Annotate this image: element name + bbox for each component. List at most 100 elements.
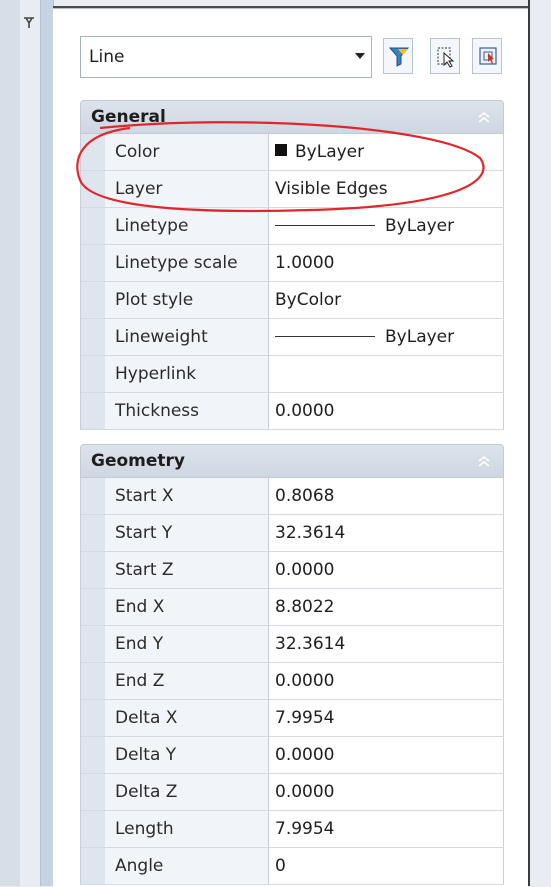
select-objects-icon	[479, 47, 497, 65]
property-row-layer[interactable]: Layer Visible Edges	[81, 171, 504, 208]
section-title: General	[91, 107, 166, 127]
quick-select-button[interactable]	[430, 38, 460, 74]
property-value-delta-z[interactable]: 0.0000	[269, 774, 504, 810]
row-gutter	[81, 478, 105, 514]
row-gutter	[81, 393, 105, 429]
property-row-plot-style[interactable]: Plot style ByColor	[81, 282, 504, 319]
property-value-hyperlink[interactable]	[269, 356, 504, 392]
property-name: Length	[105, 811, 269, 847]
property-value-text: 0.0000	[275, 671, 335, 691]
property-value-linetype-scale[interactable]: 1.0000	[269, 245, 504, 281]
property-value-text: 7.9954	[275, 819, 335, 839]
linetype-preview-icon	[275, 224, 375, 226]
property-value-end-x[interactable]: 8.8022	[269, 589, 504, 625]
row-gutter	[81, 589, 105, 625]
row-gutter	[81, 208, 105, 244]
pin-icon[interactable]	[22, 16, 36, 30]
palette-title-bar[interactable]	[40, 0, 54, 886]
property-value-delta-x[interactable]: 7.9954	[269, 700, 504, 736]
property-value-text: Visible Edges	[275, 179, 388, 199]
property-name: Linetype scale	[105, 245, 269, 281]
property-name: Start Z	[105, 552, 269, 588]
linetype-preview-icon	[275, 335, 375, 337]
property-row-start-y[interactable]: Start Y 32.3614	[81, 515, 504, 552]
property-name: Lineweight	[105, 319, 269, 355]
section-header-geometry[interactable]: Geometry	[80, 444, 504, 478]
property-value-start-y[interactable]: 32.3614	[269, 515, 504, 551]
row-gutter	[81, 848, 105, 884]
chevron-up-double-icon[interactable]	[477, 454, 491, 468]
property-value-text: 0.0000	[275, 401, 335, 421]
property-value-layer[interactable]: Visible Edges	[269, 171, 504, 207]
property-value-text: 32.3614	[275, 634, 346, 654]
property-value-text: ByLayer	[385, 216, 455, 236]
row-gutter	[81, 552, 105, 588]
select-objects-button[interactable]	[472, 38, 502, 74]
property-value-delta-y[interactable]: 0.0000	[269, 737, 504, 773]
property-row-start-z[interactable]: Start Z 0.0000	[81, 552, 504, 589]
property-row-end-z[interactable]: End Z 0.0000	[81, 663, 504, 700]
property-row-delta-x[interactable]: Delta X 7.9954	[81, 700, 504, 737]
property-value-plot-style[interactable]: ByColor	[269, 282, 504, 318]
property-name: Hyperlink	[105, 356, 269, 392]
property-value-lineweight[interactable]: ByLayer	[269, 319, 504, 355]
chevron-up-double-icon[interactable]	[477, 110, 491, 124]
property-value-text: 0.8068	[275, 486, 335, 506]
property-value-start-x[interactable]: 0.8068	[269, 478, 504, 514]
property-name: Delta X	[105, 700, 269, 736]
property-row-end-x[interactable]: End X 8.8022	[81, 589, 504, 626]
row-gutter	[81, 171, 105, 207]
geometry-properties-grid: Start X 0.8068 Start Y 32.3614 Start Z 0.0000…	[80, 478, 504, 885]
property-name: Delta Y	[105, 737, 269, 773]
property-row-delta-y[interactable]: Delta Y 0.0000	[81, 737, 504, 774]
property-value-text: ByLayer	[295, 142, 365, 162]
property-name: Start X	[105, 478, 269, 514]
object-type-value: Line	[89, 47, 125, 67]
toggle-pickadd-button[interactable]	[383, 38, 413, 74]
property-row-end-y[interactable]: End Y 32.3614	[81, 626, 504, 663]
property-row-linetype[interactable]: Linetype ByLayer	[81, 208, 504, 245]
property-row-lineweight[interactable]: Lineweight ByLayer	[81, 319, 504, 356]
property-name: Thickness	[105, 393, 269, 429]
property-value-length[interactable]: 7.9954	[269, 811, 504, 847]
property-name: Plot style	[105, 282, 269, 318]
property-row-linetype-scale[interactable]: Linetype scale 1.0000	[81, 245, 504, 282]
property-value-end-z[interactable]: 0.0000	[269, 663, 504, 699]
row-gutter	[81, 774, 105, 810]
property-value-thickness[interactable]: 0.0000	[269, 393, 504, 429]
property-value-linetype[interactable]: ByLayer	[269, 208, 504, 244]
property-name: Color	[105, 134, 269, 170]
property-value-color[interactable]: ByLayer	[269, 134, 504, 170]
property-row-start-x[interactable]: Start X 0.8068	[81, 478, 504, 515]
property-value-text: 0.0000	[275, 782, 335, 802]
property-name: Start Y	[105, 515, 269, 551]
property-value-text: 7.9954	[275, 708, 335, 728]
property-row-color[interactable]: Color ByLayer	[81, 134, 504, 171]
section-header-general[interactable]: General	[80, 100, 504, 134]
property-value-angle[interactable]: 0	[269, 848, 504, 884]
row-gutter	[81, 356, 105, 392]
property-row-hyperlink[interactable]: Hyperlink	[81, 356, 504, 393]
left-margin	[0, 0, 20, 886]
row-gutter	[81, 134, 105, 170]
property-value-text: 32.3614	[275, 523, 346, 543]
quick-select-icon	[437, 47, 455, 68]
property-row-length[interactable]: Length 7.9954	[81, 811, 504, 848]
property-value-text: 0	[275, 856, 286, 876]
property-row-delta-z[interactable]: Delta Z 0.0000	[81, 774, 504, 811]
property-value-start-z[interactable]: 0.0000	[269, 552, 504, 588]
property-row-angle[interactable]: Angle 0	[81, 848, 504, 885]
property-value-end-y[interactable]: 32.3614	[269, 626, 504, 662]
row-gutter	[81, 737, 105, 773]
property-value-text: 0.0000	[275, 745, 335, 765]
row-gutter	[81, 515, 105, 551]
toggle-pickadd-icon	[388, 47, 410, 67]
section-title: Geometry	[91, 451, 185, 471]
property-row-thickness[interactable]: Thickness 0.0000	[81, 393, 504, 430]
property-value-text: 0.0000	[275, 560, 335, 580]
row-gutter	[81, 282, 105, 318]
property-value-text: 8.8022	[275, 597, 335, 617]
property-name: End Y	[105, 626, 269, 662]
object-type-dropdown[interactable]: Line	[80, 36, 372, 78]
property-name: Linetype	[105, 208, 269, 244]
